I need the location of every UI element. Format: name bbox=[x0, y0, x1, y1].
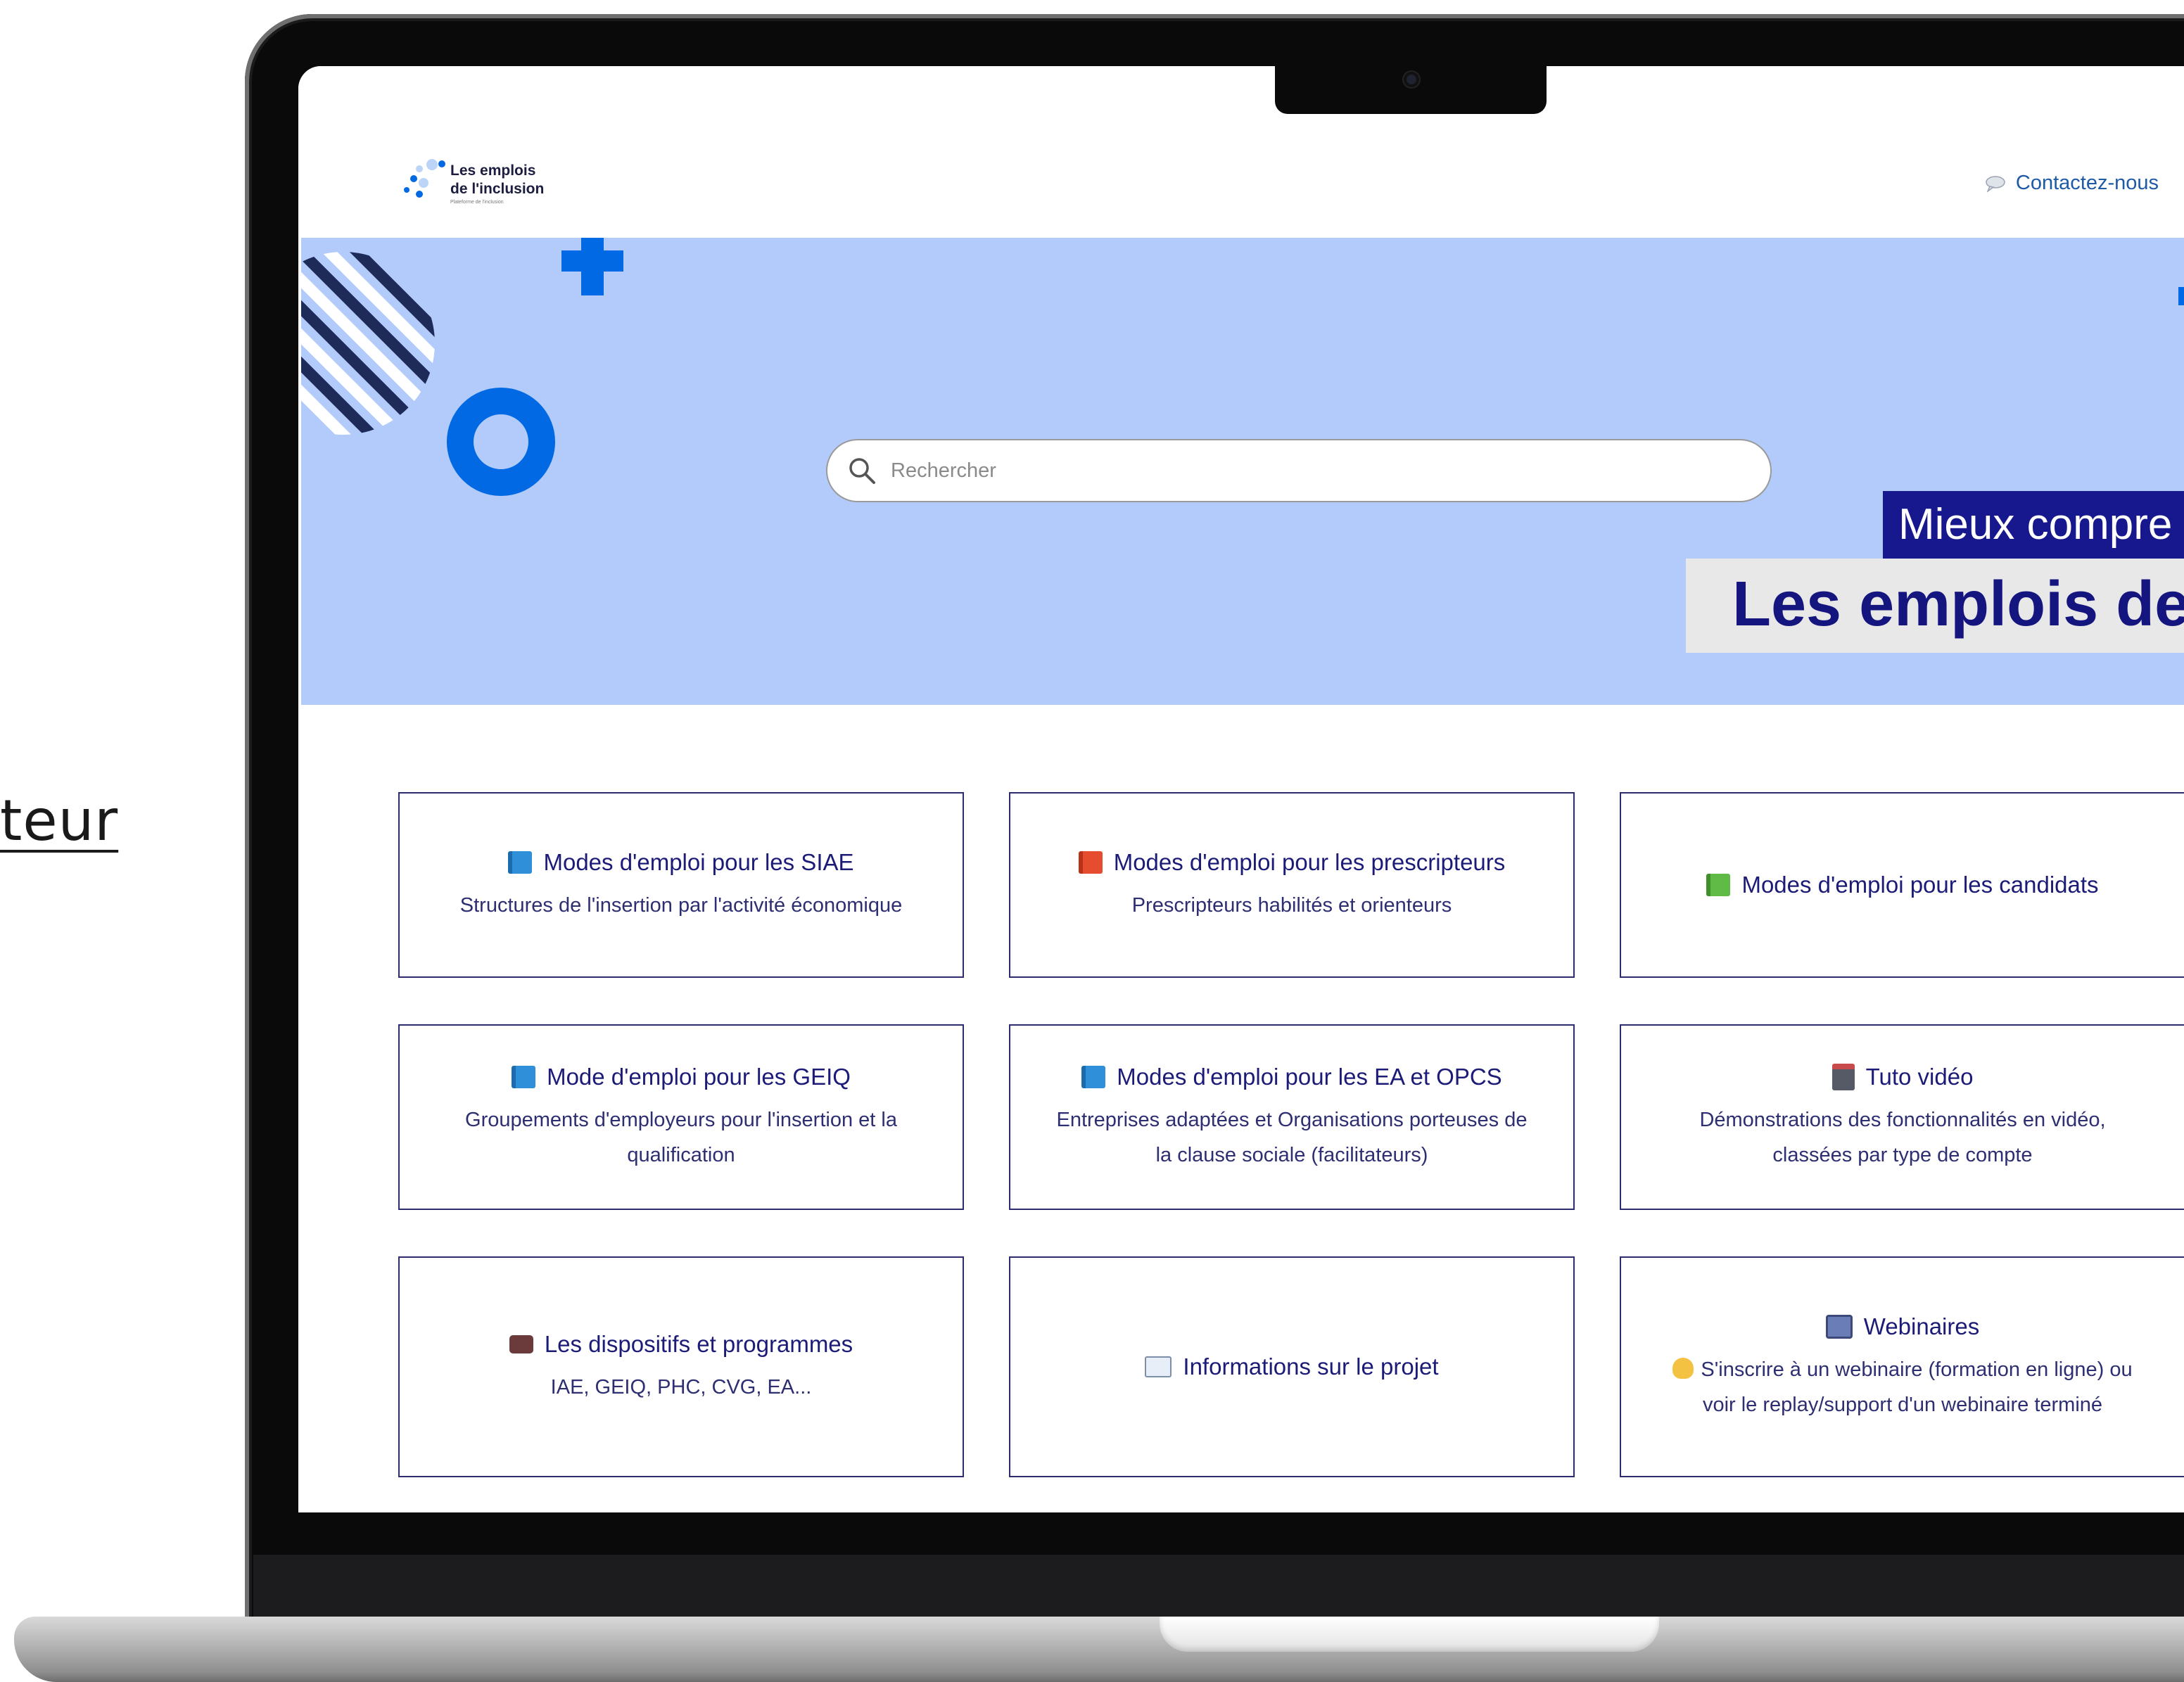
red-book-icon bbox=[1078, 851, 1103, 874]
blue-book-icon bbox=[508, 851, 533, 874]
raising-hand-icon bbox=[1672, 1358, 1694, 1379]
card-title-row: Les dispositifs et programmes bbox=[509, 1329, 853, 1360]
card-title: Modes d'emploi pour les SIAE bbox=[543, 849, 854, 875]
plus-decoration-edge bbox=[2178, 287, 2184, 305]
logo-dots-icon bbox=[404, 159, 445, 198]
card-geiq[interactable]: Mode d'emploi pour les GEIQ Groupements … bbox=[398, 1024, 964, 1210]
open-book-icon bbox=[1145, 1356, 1172, 1377]
green-book-icon bbox=[1706, 874, 1731, 896]
blue-book-icon bbox=[1081, 1066, 1106, 1088]
search-input[interactable] bbox=[889, 458, 1737, 483]
card-siae[interactable]: Modes d'emploi pour les SIAE Structures … bbox=[398, 792, 964, 978]
search-bar[interactable] bbox=[826, 439, 1772, 502]
laptop-chin bbox=[253, 1555, 2184, 1621]
card-title: Mode d'emploi pour les GEIQ bbox=[547, 1064, 851, 1090]
tv-icon bbox=[1825, 1315, 1853, 1339]
search-icon bbox=[849, 458, 875, 484]
card-title: Les dispositifs et programmes bbox=[544, 1331, 853, 1357]
card-prescripteurs[interactable]: Modes d'emploi pour les prescripteurs Pr… bbox=[1009, 792, 1575, 978]
plus-decoration bbox=[561, 238, 623, 295]
clapper-icon bbox=[1831, 1064, 1855, 1090]
card-title-row: Modes d'emploi pour les SIAE bbox=[508, 847, 854, 878]
camera-icon bbox=[1404, 72, 1419, 87]
card-subtitle: Démonstrations des fonctionnalités en vi… bbox=[1699, 1109, 2106, 1166]
card-title: Informations sur le projet bbox=[1183, 1353, 1439, 1380]
contact-link[interactable]: Contactez-nous bbox=[1985, 172, 2159, 195]
card-subtitle: IAE, GEIQ, PHC, CVG, EA... bbox=[550, 1376, 812, 1399]
banner-headline-top: Mieux compre bbox=[1883, 491, 2184, 559]
card-dispositifs[interactable]: Les dispositifs et programmes IAE, GEIQ,… bbox=[398, 1256, 964, 1477]
card-ea-opcs[interactable]: Modes d'emploi pour les EA et OPCS Entre… bbox=[1009, 1024, 1575, 1210]
logo-title: Les emplois de l'inclusion bbox=[450, 163, 545, 197]
card-title-row: Tuto vidéo bbox=[1831, 1062, 1974, 1092]
card-title: Modes d'emploi pour les prescripteurs bbox=[1113, 849, 1506, 875]
laptop-base bbox=[14, 1617, 2184, 1682]
site-logo[interactable]: Les emplois de l'inclusion Plateforme de… bbox=[400, 158, 569, 214]
site-header: Les emplois de l'inclusion Plateforme de… bbox=[298, 66, 2184, 238]
card-title: Webinaires bbox=[1863, 1313, 1980, 1339]
card-title-row: Webinaires bbox=[1825, 1311, 1980, 1342]
card-title: Modes d'emploi pour les candidats bbox=[1741, 872, 2099, 898]
ring-decoration bbox=[447, 388, 555, 496]
card-title: Tuto vidéo bbox=[1865, 1064, 1974, 1090]
hero-banner: Mieux compre Les emplois de bbox=[301, 238, 2184, 705]
laptop-opening-groove bbox=[1160, 1617, 1659, 1652]
laptop-notch bbox=[1275, 63, 1547, 114]
card-subtitle: Entreprises adaptées et Organisations po… bbox=[1056, 1109, 1528, 1166]
banner-headline-main: Les emplois de bbox=[1686, 559, 2184, 653]
contact-label: Contactez-nous bbox=[2015, 172, 2159, 194]
card-tuto-video[interactable]: Tuto vidéo Démonstrations des fonctionna… bbox=[1620, 1024, 2184, 1210]
card-title-row: Modes d'emploi pour les prescripteurs bbox=[1078, 847, 1506, 878]
card-title-row: Informations sur le projet bbox=[1145, 1351, 1439, 1382]
card-title-row: Mode d'emploi pour les GEIQ bbox=[512, 1062, 851, 1092]
card-subtitle: S'inscrire à un webinaire (formation en … bbox=[1701, 1358, 2133, 1416]
card-title-row: Modes d'emploi pour les EA et OPCS bbox=[1081, 1062, 1502, 1092]
partial-link-text[interactable]: teur bbox=[0, 788, 118, 853]
card-title: Modes d'emploi pour les EA et OPCS bbox=[1117, 1064, 1502, 1090]
card-title-row: Modes d'emploi pour les candidats bbox=[1706, 869, 2099, 900]
briefcase-icon bbox=[509, 1335, 533, 1353]
screen: Les emplois de l'inclusion Plateforme de… bbox=[298, 66, 2184, 1512]
blue-book-icon bbox=[512, 1066, 536, 1088]
card-subtitle-row: S'inscrire à un webinaire (formation en … bbox=[1660, 1352, 2145, 1422]
speech-bubble-icon bbox=[1986, 175, 2005, 192]
card-subtitle: Prescripteurs habilités et orienteurs bbox=[1131, 894, 1452, 917]
card-informations-projet[interactable]: Informations sur le projet bbox=[1009, 1256, 1575, 1477]
card-subtitle: Structures de l'insertion par l'activité… bbox=[459, 894, 903, 917]
logo-subtitle: Plateforme de l'inclusion bbox=[450, 200, 504, 205]
card-webinaires[interactable]: Webinaires S'inscrire à un webinaire (fo… bbox=[1620, 1256, 2184, 1477]
card-candidats[interactable]: Modes d'emploi pour les candidats bbox=[1620, 792, 2184, 978]
card-subtitle: Groupements d'employeurs pour l'insertio… bbox=[465, 1109, 897, 1166]
